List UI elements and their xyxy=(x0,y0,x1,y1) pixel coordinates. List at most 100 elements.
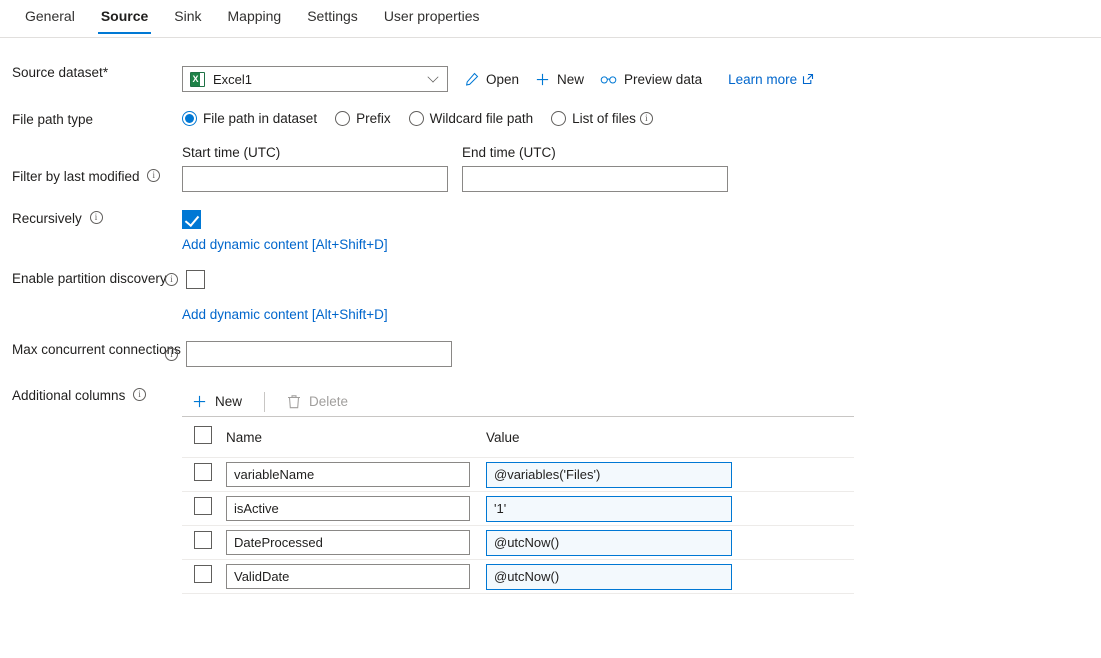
add-column-button[interactable]: New xyxy=(182,394,252,409)
source-dataset-dropdown[interactable]: Excel1 xyxy=(182,66,448,92)
file-path-type-row: File path type File path in dataset Pref… xyxy=(0,111,1101,128)
trash-icon xyxy=(287,394,301,409)
info-icon[interactable] xyxy=(147,168,161,182)
max-concurrent-connections-label: Max concurrent connections xyxy=(12,342,181,357)
add-column-label: New xyxy=(215,394,243,409)
filter-last-modified-row: Filter by last modified Start time (UTC)… xyxy=(0,145,1101,192)
filter-last-modified-fields: Start time (UTC) End time (UTC) xyxy=(182,145,1101,192)
filter-last-modified-label-text: Filter by last modified xyxy=(12,169,140,184)
info-icon[interactable] xyxy=(133,387,147,401)
row-name-cell xyxy=(226,530,486,555)
excel-icon xyxy=(190,71,205,87)
column-header-value: Value xyxy=(486,429,520,445)
preview-data-label: Preview data xyxy=(624,71,703,87)
end-time-group: End time (UTC) xyxy=(462,145,728,192)
learn-more-link[interactable]: Learn more xyxy=(728,72,814,87)
open-dataset-label: Open xyxy=(486,71,520,87)
radio-file-path-in-dataset[interactable]: File path in dataset xyxy=(182,111,317,126)
pencil-icon xyxy=(464,72,479,87)
radio-dot-icon xyxy=(335,111,351,126)
select-all-checkbox[interactable] xyxy=(194,425,212,444)
new-dataset-button[interactable]: New xyxy=(535,72,584,87)
select-all-cell xyxy=(182,425,226,449)
row-value-cell xyxy=(486,563,854,590)
source-dataset-value: Excel1 xyxy=(213,71,253,87)
recursively-label: Recursively xyxy=(0,210,182,227)
tab-user-properties[interactable]: User properties xyxy=(371,0,493,34)
tab-settings[interactable]: Settings xyxy=(294,0,371,34)
table-row xyxy=(182,458,854,492)
radio-list-of-files[interactable]: List of files xyxy=(551,111,653,126)
row-value-cell xyxy=(486,495,854,522)
row-checkbox[interactable] xyxy=(194,565,212,583)
table-header-row: Name Value xyxy=(182,417,854,458)
tab-sink[interactable]: Sink xyxy=(161,0,214,34)
row-checkbox[interactable] xyxy=(194,497,212,515)
recursively-controls: Add dynamic content [Alt+Shift+D] xyxy=(182,210,1101,252)
radio-dot-icon xyxy=(182,111,197,126)
radio-label: List of files xyxy=(572,111,636,126)
column-name-input[interactable] xyxy=(226,564,470,589)
tab-mapping[interactable]: Mapping xyxy=(215,0,295,34)
column-name-input[interactable] xyxy=(226,496,470,521)
required-asterisk: * xyxy=(102,65,109,80)
max-concurrent-connections-input[interactable] xyxy=(186,341,452,367)
column-name-input[interactable] xyxy=(226,530,470,555)
recursively-checkbox[interactable] xyxy=(182,210,201,229)
recursively-add-dynamic-content-link[interactable]: Add dynamic content [Alt+Shift+D] xyxy=(182,237,1101,252)
start-time-label: Start time (UTC) xyxy=(182,145,281,160)
table-row xyxy=(182,526,854,560)
end-time-input[interactable] xyxy=(462,166,728,192)
tab-source[interactable]: Source xyxy=(88,0,161,34)
open-dataset-button[interactable]: Open xyxy=(464,72,519,87)
recursively-label-text: Recursively xyxy=(12,211,82,226)
info-icon[interactable] xyxy=(89,210,103,224)
row-checkbox[interactable] xyxy=(194,463,212,481)
glasses-icon xyxy=(600,73,617,86)
tab-general[interactable]: General xyxy=(12,0,88,34)
partition-discovery-controls: Add dynamic content [Alt+Shift+D] xyxy=(165,270,1101,322)
row-value-cell xyxy=(486,461,854,488)
partition-discovery-row: Enable partition discovery Add dynamic c… xyxy=(0,270,1101,322)
start-time-input[interactable] xyxy=(182,166,448,192)
radio-label: File path in dataset xyxy=(203,111,318,126)
column-value-input[interactable] xyxy=(486,529,732,556)
toolbar-divider xyxy=(264,391,266,412)
row-name-cell xyxy=(226,462,486,487)
recursively-row: Recursively Add dynamic content [Alt+Shi… xyxy=(0,210,1101,252)
source-dataset-label-text: Source dataset xyxy=(12,65,103,80)
column-value-input[interactable] xyxy=(486,461,732,488)
new-dataset-label: New xyxy=(557,71,585,87)
radio-label: Wildcard file path xyxy=(429,111,534,126)
row-checkbox[interactable] xyxy=(194,531,212,549)
partition-discovery-checkbox[interactable] xyxy=(186,270,205,289)
learn-more-label: Learn more xyxy=(728,71,798,87)
radio-prefix[interactable]: Prefix xyxy=(335,111,391,126)
radio-dot-icon xyxy=(408,111,424,126)
column-name-input[interactable] xyxy=(226,462,470,487)
info-icon[interactable] xyxy=(165,347,178,361)
additional-columns-label: Additional columns xyxy=(0,387,182,404)
max-concurrent-connections-controls xyxy=(165,341,1101,367)
partition-discovery-add-dynamic-content-link[interactable]: Add dynamic content [Alt+Shift+D] xyxy=(182,307,1101,322)
column-value-input[interactable] xyxy=(486,563,732,590)
row-select-cell xyxy=(182,565,226,588)
chevron-down-icon xyxy=(427,71,439,83)
info-icon[interactable] xyxy=(639,111,653,125)
delete-column-button[interactable]: Delete xyxy=(277,394,358,409)
radio-wildcard-file-path[interactable]: Wildcard file path xyxy=(408,111,534,126)
plus-icon xyxy=(535,72,550,87)
additional-columns-table: Name Value xyxy=(182,417,854,594)
column-value-input[interactable] xyxy=(486,495,732,522)
row-name-cell xyxy=(226,564,486,589)
source-dataset-label: Source dataset* xyxy=(0,64,182,81)
column-header-name: Name xyxy=(226,429,263,445)
row-value-cell xyxy=(486,529,854,556)
preview-data-button[interactable]: Preview data xyxy=(600,72,702,87)
delete-column-label: Delete xyxy=(309,394,349,409)
info-icon[interactable] xyxy=(165,272,178,286)
additional-columns-toolbar: New Delete xyxy=(182,387,854,417)
end-time-label: End time (UTC) xyxy=(462,145,556,160)
start-time-group: Start time (UTC) xyxy=(182,145,448,192)
file-path-type-label: File path type xyxy=(12,112,94,127)
